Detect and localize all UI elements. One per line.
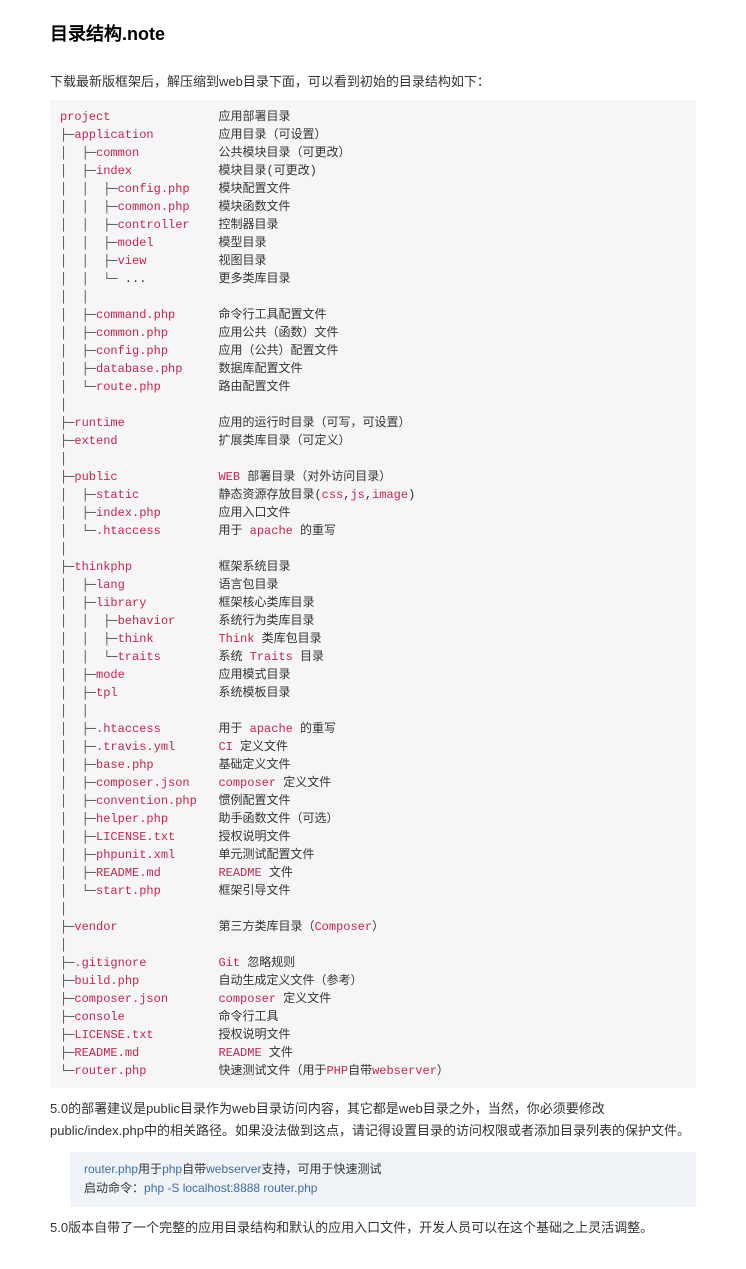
router-callout: router.php用于php自带webserver支持，可用于快速测试启动命令… bbox=[70, 1152, 696, 1206]
page-title: 目录结构.note bbox=[50, 20, 696, 46]
directory-tree-codeblock: project 应用部署目录├─application 应用目录（可设置）│ ├… bbox=[50, 100, 696, 1088]
deployment-advice-paragraph: 5.0的部署建议是public目录作为web目录访问内容，其它都是web目录之外… bbox=[50, 1098, 696, 1142]
intro-text: 下载最新版框架后，解压缩到web目录下面，可以看到初始的目录结构如下： bbox=[50, 71, 696, 90]
closing-paragraph: 5.0版本自带了一个完整的应用目录结构和默认的应用入口文件，开发人员可以在这个基… bbox=[50, 1217, 696, 1239]
